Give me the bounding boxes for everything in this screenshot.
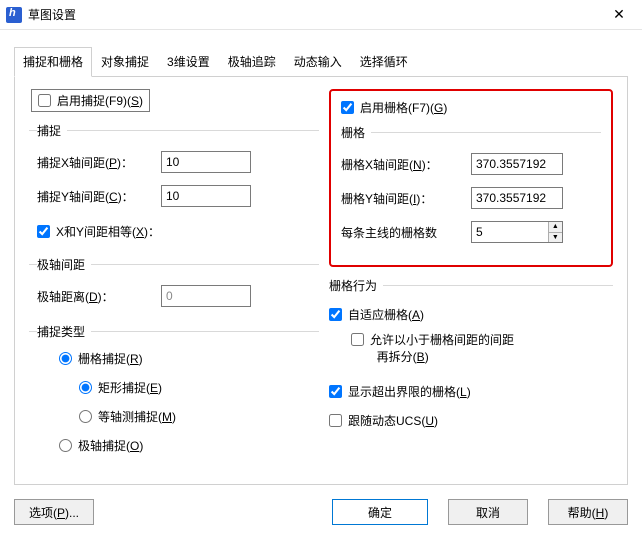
window-title: 草图设置 [28, 6, 596, 23]
app-icon [6, 7, 22, 23]
grid-x-label: 栅格X轴间距(N)： [341, 156, 471, 173]
snap-x-input[interactable] [161, 151, 251, 173]
subdivide-checkbox[interactable]: 允许以小于栅格间距的间距 再拆分(B) [329, 331, 514, 365]
follow-dynucs-checkbox[interactable]: 跟随动态UCS(U) [329, 412, 438, 429]
snap-type-group-title: 捕捉类型 [37, 323, 91, 340]
major-lines-input[interactable] [472, 222, 548, 242]
tab-select-cycle[interactable]: 选择循环 [351, 47, 417, 77]
grid-x-input[interactable] [471, 153, 563, 175]
adaptive-grid-checkbox[interactable]: 自适应栅格(A) [329, 306, 424, 323]
equal-xy-checkbox[interactable]: X和Y间距相等(X)： [37, 223, 160, 240]
tab-object-snap[interactable]: 对象捕捉 [92, 47, 158, 77]
grid-group-title: 栅格 [341, 124, 371, 141]
help-button[interactable]: 帮助(H) [548, 499, 628, 525]
major-lines-spinner[interactable]: ▲ ▼ [471, 221, 563, 243]
tab-snap-grid[interactable]: 捕捉和栅格 [14, 47, 92, 77]
ok-button[interactable]: 确定 [332, 499, 428, 525]
snap-group-title: 捕捉 [37, 122, 67, 139]
tab-3d[interactable]: 3维设置 [158, 47, 219, 77]
snap-y-input[interactable] [161, 185, 251, 207]
tab-dyninput[interactable]: 动态输入 [285, 47, 351, 77]
beyond-limits-checkbox[interactable]: 显示超出界限的栅格(L) [329, 383, 471, 400]
grid-y-label: 栅格Y轴间距(I)： [341, 190, 471, 207]
polar-snap-radio[interactable]: 极轴捕捉(O) [59, 437, 143, 454]
snap-y-label: 捕捉Y轴间距(C)： [37, 188, 161, 205]
tab-strip: 捕捉和栅格 对象捕捉 3维设置 极轴追踪 动态输入 选择循环 [14, 46, 628, 77]
titlebar: 草图设置 ✕ [0, 0, 642, 30]
iso-snap-radio[interactable]: 等轴测捕捉(M) [79, 408, 176, 425]
cancel-button[interactable]: 取消 [448, 499, 528, 525]
polar-dist-label: 极轴距离(D)： [37, 288, 161, 305]
snap-x-label: 捕捉X轴间距(P)： [37, 154, 161, 171]
tab-polar[interactable]: 极轴追踪 [219, 47, 285, 77]
major-lines-label: 每条主线的栅格数 [341, 224, 471, 241]
enable-grid-checkbox[interactable]: 启用栅格(F7)(G) [341, 99, 447, 116]
spin-up-icon[interactable]: ▲ [549, 222, 562, 233]
rect-snap-radio[interactable]: 矩形捕捉(E) [79, 379, 162, 396]
options-button[interactable]: 选项(P)... [14, 499, 94, 525]
close-button[interactable]: ✕ [596, 0, 642, 30]
polar-group-title: 极轴间距 [37, 256, 91, 273]
grid-highlight-box: 启用栅格(F7)(G) 栅格 栅格X轴间距(N)： 栅格Y轴间距(I)： 每条主… [329, 89, 613, 267]
spin-down-icon[interactable]: ▼ [549, 233, 562, 243]
polar-dist-input [161, 285, 251, 307]
grid-snap-radio[interactable]: 栅格捕捉(R) [59, 350, 143, 367]
grid-behavior-title: 栅格行为 [329, 277, 383, 294]
grid-y-input[interactable] [471, 187, 563, 209]
enable-snap-checkbox[interactable]: 启用捕捉(F9)(S) [31, 89, 150, 112]
